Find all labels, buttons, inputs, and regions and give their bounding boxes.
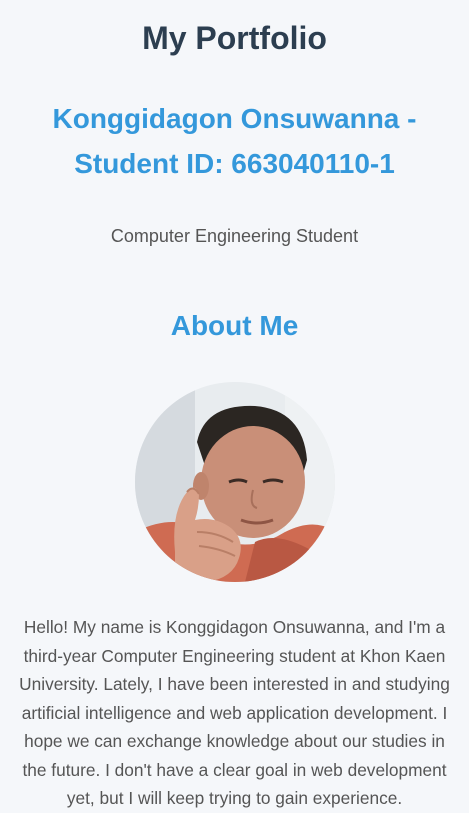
profile-photo (134, 382, 335, 582)
student-name-heading: Konggidagon Onsuwanna - Student ID: 6630… (52, 103, 417, 179)
about-heading: About Me (170, 310, 299, 341)
portfolio-page: My Portfolio Konggidagon Onsuwanna - Stu… (0, 0, 469, 810)
page-title: My Portfolio (142, 20, 327, 56)
about-bio: Hello! My name is Konggidagon Onsuwanna,… (19, 617, 450, 808)
role-subtitle: Computer Engineering Student (110, 226, 359, 246)
profile-photo-illustration (134, 382, 335, 582)
